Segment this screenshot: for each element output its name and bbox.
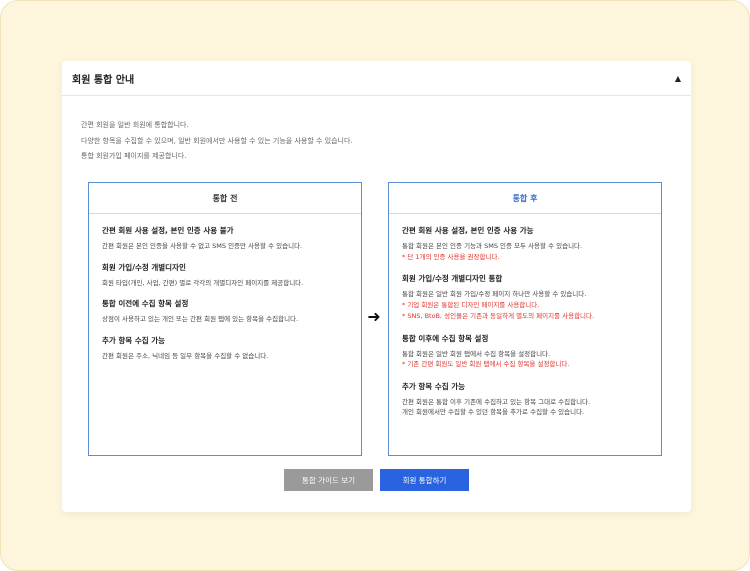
feature-block: 추가 항목 수집 가능간편 회원은 주소, 닉네임 등 일부 항목을 수집할 수… [102, 335, 348, 362]
intro-line: 다양한 항목을 수집할 수 있으며, 일반 회원에서만 사용할 수 있는 기능을… [81, 136, 353, 145]
feature-note: * 기업 회원은 통합된 디자인 페이지를 사용합니다. [402, 300, 540, 309]
feature-title: 간편 회원 사용 설정, 본인 인증 사용 불가 [102, 226, 234, 235]
feature-note: * SNS, BtoB, 성인몰은 기존과 동일하게 별도의 페이지를 사용합니… [402, 312, 595, 320]
before-panel-heading: 통합 전 [89, 183, 361, 214]
feature-block: 추가 항목 수집 가능간편 회원은 통합 이후 기존에 수집하고 있는 항목 그… [402, 381, 648, 418]
after-panel-body: 간편 회원 사용 설정, 본인 인증 사용 가능통합 회원은 본인 인증 기능과… [389, 214, 661, 418]
after-panel-heading: 통합 후 [389, 183, 661, 214]
feature-title: 회원 가입/수정 개별디자인 [102, 262, 186, 272]
card-header[interactable]: 회원 통합 안내 ▲ [62, 61, 691, 96]
intro-line: 통합 회원가입 페이지를 제공합니다. [81, 152, 187, 160]
feature-title: 통합 이전에 수집 항목 설정 [102, 299, 189, 308]
arrow-right-icon: ➜ [367, 307, 381, 326]
feature-description: 개인 회원에서만 수집할 수 있던 항목을 추가로 수집할 수 있습니다. [402, 408, 585, 416]
feature-description: 간편 회원은 통합 이후 기존에 수집하고 있는 항목 그대로 수집합니다. [402, 397, 591, 406]
feature-description: 간편 회원은 주소, 닉네임 등 일부 항목을 수집할 수 없습니다. [102, 351, 269, 360]
after-merge-panel: 통합 후 간편 회원 사용 설정, 본인 인증 사용 가능통합 회원은 본인 인… [388, 182, 662, 456]
feature-block: 통합 이후에 수집 항목 설정통합 회원은 일반 회원 탭에서 수집 항목을 설… [402, 333, 648, 371]
feature-title: 추가 항목 수집 가능 [402, 381, 466, 391]
feature-title: 간편 회원 사용 설정, 본인 인증 사용 가능 [402, 226, 534, 235]
feature-description: 통합 회원은 일반 회원 탭에서 수집 항목을 설정합니다. [402, 349, 551, 358]
feature-description: 회원 타입(개인, 사업, 간편) 별로 각각의 개별디자인 페이지를 제공합니… [102, 278, 304, 287]
intro-text: 간편 회원을 일반 회원에 통합합니다. 다양한 항목을 수집할 수 있으며, … [81, 118, 353, 165]
feature-title: 통합 이후에 수집 항목 설정 [402, 333, 489, 343]
feature-block: 회원 가입/수정 개별디자인회원 타입(개인, 사업, 간편) 별로 각각의 개… [102, 262, 348, 289]
card-title: 회원 통합 안내 [72, 74, 135, 86]
feature-block: 회원 가입/수정 개별디자인 통합통합 회원은 일반 회원 가입/수정 페이지 … [402, 273, 648, 323]
feature-description: 통합 회원은 본인 인증 기능과 SMS 인증 모두 사용할 수 있습니다. [402, 242, 583, 250]
before-panel-body: 간편 회원 사용 설정, 본인 인증 사용 불가간편 회원은 본인 인증을 사용… [89, 214, 361, 361]
feature-description: 간편 회원은 본인 인증을 사용할 수 없고 SMS 인증만 사용할 수 있습니… [102, 242, 303, 250]
feature-block: 간편 회원 사용 설정, 본인 인증 사용 불가간편 회원은 본인 인증을 사용… [102, 225, 348, 252]
intro-line: 간편 회원을 일반 회원에 통합합니다. [81, 121, 189, 129]
collapse-icon[interactable]: ▲ [675, 74, 681, 83]
feature-block: 통합 이전에 수집 항목 설정상점이 사용하고 있는 개인 또는 간편 회원 탭… [102, 298, 348, 325]
feature-description: 통합 회원은 일반 회원 가입/수정 페이지 하나만 사용할 수 있습니다. [402, 290, 587, 298]
feature-description: 상점이 사용하고 있는 개인 또는 간편 회원 탭에 있는 항목을 수집합니다. [102, 315, 299, 323]
merge-guide-button[interactable]: 통합 가이드 보기 [284, 469, 373, 491]
merge-info-card: 회원 통합 안내 ▲ 간편 회원을 일반 회원에 통합합니다. 다양한 항목을 … [62, 61, 691, 512]
feature-note: * 기존 간편 회원도 일반 회원 탭에서 수집 항목을 설정합니다. [402, 360, 570, 368]
before-merge-panel: 통합 전 간편 회원 사용 설정, 본인 인증 사용 불가간편 회원은 본인 인… [88, 182, 362, 456]
feature-note: * 단 1개의 인증 사용을 권장합니다. [402, 252, 500, 261]
feature-title: 추가 항목 수집 가능 [102, 335, 166, 345]
page-frame: 회원 통합 안내 ▲ 간편 회원을 일반 회원에 통합합니다. 다양한 항목을 … [0, 0, 750, 571]
merge-members-button[interactable]: 회원 통합하기 [380, 469, 469, 491]
feature-title: 회원 가입/수정 개별디자인 통합 [402, 274, 503, 283]
feature-block: 간편 회원 사용 설정, 본인 인증 사용 가능통합 회원은 본인 인증 기능과… [402, 225, 648, 263]
